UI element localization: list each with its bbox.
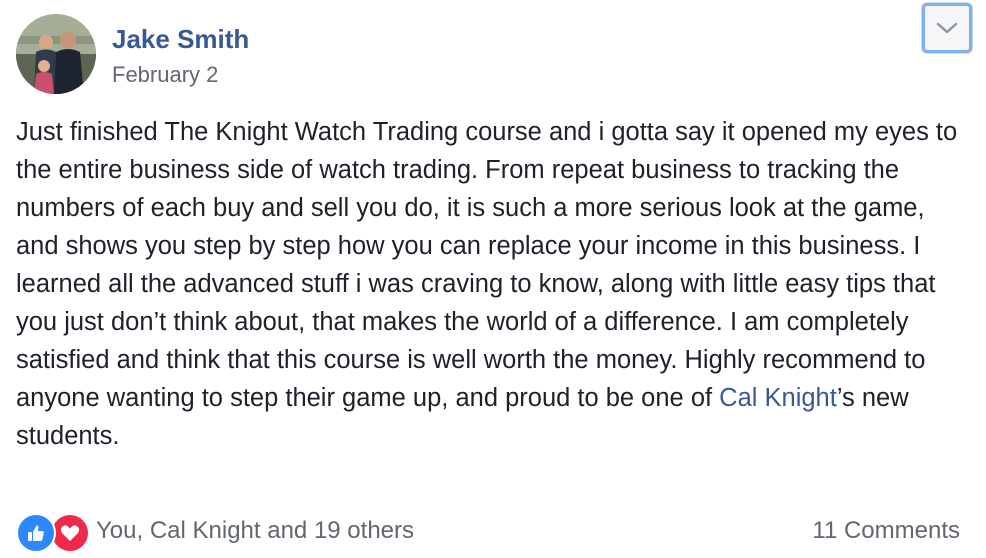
post-footer: You, Cal Knight and 19 others 11 Comment… xyxy=(16,512,960,553)
reaction-icons xyxy=(16,512,90,553)
post-options-button[interactable] xyxy=(922,3,972,53)
facebook-post: Jake Smith February 2 Just finished The … xyxy=(0,0,986,558)
chevron-down-icon xyxy=(936,22,958,34)
author-name[interactable]: Jake Smith xyxy=(112,24,249,54)
post-body: Just finished The Knight Watch Trading c… xyxy=(16,113,966,455)
post-date[interactable]: February 2 xyxy=(112,62,249,88)
like-icon xyxy=(16,513,56,553)
post-header: Jake Smith February 2 xyxy=(16,14,249,94)
reactions[interactable]: You, Cal Knight and 19 others xyxy=(16,512,414,553)
love-icon xyxy=(50,513,90,553)
post-meta: Jake Smith February 2 xyxy=(112,24,249,88)
reaction-summary[interactable]: You, Cal Knight and 19 others xyxy=(96,517,414,545)
comments-count[interactable]: 11 Comments xyxy=(812,517,960,545)
avatar-photo-icon xyxy=(16,14,96,94)
avatar[interactable] xyxy=(16,14,96,94)
mention-link[interactable]: Cal Knight xyxy=(719,384,837,412)
post-text: Just finished The Knight Watch Trading c… xyxy=(16,118,958,412)
